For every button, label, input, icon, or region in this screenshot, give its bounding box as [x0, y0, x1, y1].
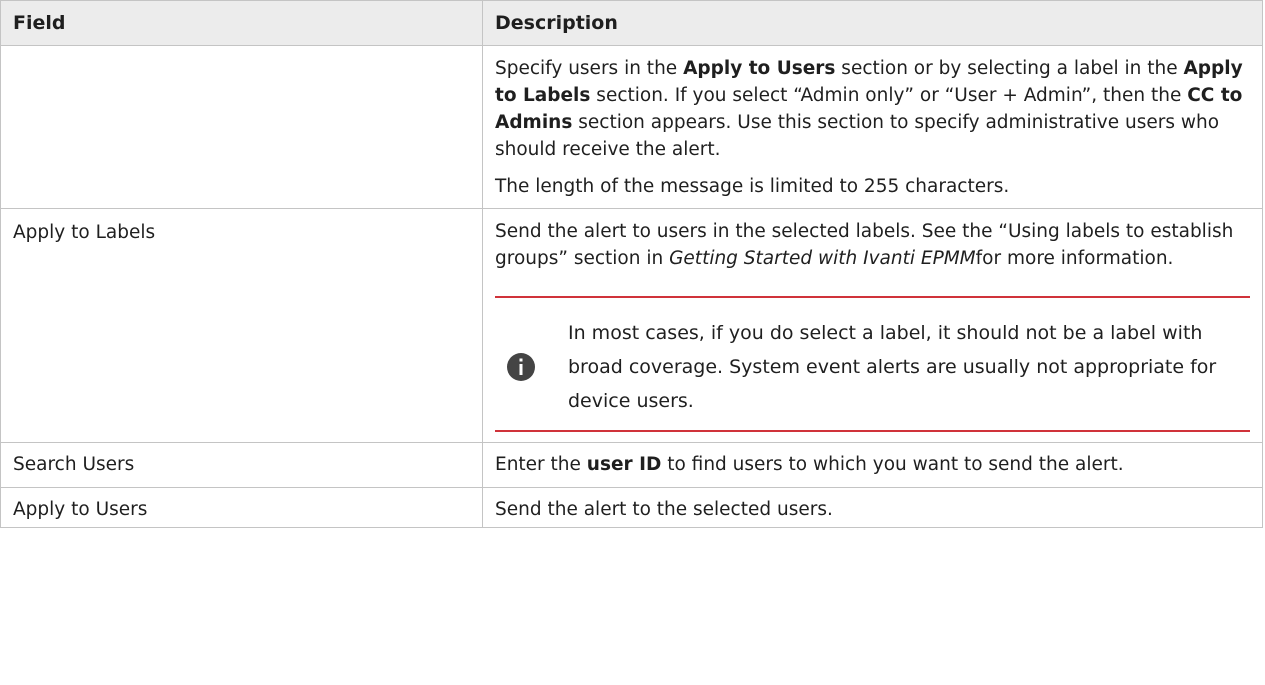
header-field: Field — [0, 0, 483, 46]
bold-term: Apply to Users — [683, 58, 836, 79]
table-row: Apply to Labels Send the alert to users … — [0, 208, 1263, 443]
text: section. If you select “Admin only” or “… — [590, 85, 1188, 106]
text: for more information. — [975, 248, 1174, 269]
text: section or by selecting a label in the — [835, 58, 1184, 79]
table-row: Specify users in the Apply to Users sect… — [0, 45, 1263, 209]
info-icon — [507, 353, 535, 381]
description-paragraph: Send the alert to users in the selected … — [495, 218, 1250, 272]
note-text: In most cases, if you do select a label,… — [568, 322, 1217, 412]
text: to find users to which you want to send … — [661, 454, 1124, 475]
field-cell: Search Users — [0, 442, 483, 488]
text: Specify users in the — [495, 58, 684, 79]
field-description-table: Field Description Specify users in the A… — [0, 0, 1263, 528]
document-title: Getting Started with Ivanti EPMM — [669, 248, 976, 269]
header-description: Description — [482, 0, 1263, 46]
table-row: Search Users Enter the user ID to find u… — [0, 442, 1263, 488]
description-cell: Send the alert to the selected users. — [482, 487, 1263, 528]
description-cell: Send the alert to users in the selected … — [482, 208, 1263, 443]
description-paragraph: Specify users in the Apply to Users sect… — [495, 55, 1250, 163]
text: Enter the — [495, 454, 587, 475]
field-cell — [0, 45, 483, 209]
field-cell: Apply to Users — [0, 487, 483, 528]
table-row: Apply to Users Send the alert to the sel… — [0, 487, 1263, 528]
field-cell: Apply to Labels — [0, 208, 483, 443]
text: section appears. Use this section to spe… — [495, 112, 1220, 160]
description-paragraph: The length of the message is limited to … — [495, 176, 1010, 197]
bold-term: user ID — [586, 454, 662, 475]
table-header-row: Field Description — [0, 0, 1263, 46]
description-cell: Enter the user ID to find users to which… — [482, 442, 1263, 488]
info-note: In most cases, if you do select a label,… — [495, 296, 1250, 432]
description-cell: Specify users in the Apply to Users sect… — [482, 45, 1263, 209]
